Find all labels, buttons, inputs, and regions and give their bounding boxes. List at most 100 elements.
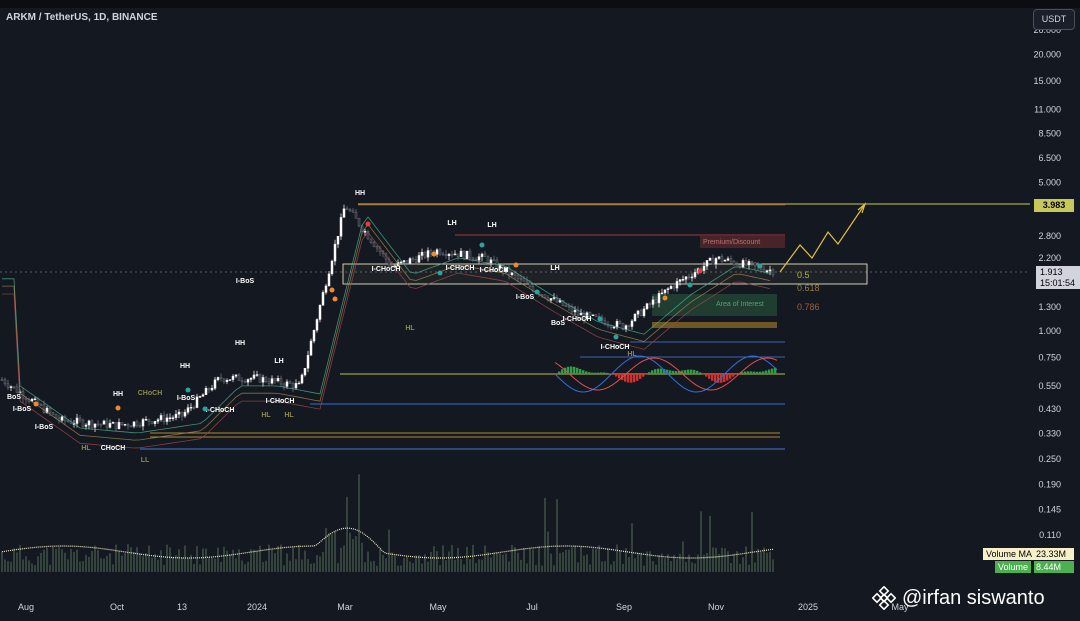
candle	[714, 258, 718, 265]
candle	[54, 413, 58, 419]
volume-bar	[427, 561, 429, 572]
candle	[711, 257, 715, 265]
oscillator-histogram-bar	[726, 374, 729, 381]
volume-bar	[349, 532, 351, 572]
oscillator-histogram-bar	[630, 374, 633, 383]
volume-bar	[520, 559, 522, 572]
oscillator-histogram-bar	[675, 371, 678, 374]
structure-label: I-CHoCH	[372, 266, 401, 273]
candle	[216, 377, 220, 381]
candle	[411, 258, 415, 260]
candle	[753, 262, 757, 266]
binance-logo-icon	[872, 586, 896, 610]
structure-label: I-BoS	[516, 294, 535, 301]
volume-bar	[247, 561, 249, 572]
volume-bar	[133, 552, 135, 572]
y-axis-tick-label: 0.110	[1039, 530, 1061, 540]
y-axis-tick-label: 8.500	[1038, 128, 1061, 138]
structure-label: HL	[405, 325, 415, 332]
volume-bar	[469, 559, 471, 572]
volume-bar	[331, 534, 333, 572]
volume-bar	[97, 550, 99, 572]
candle	[297, 382, 301, 385]
oscillator-histogram-bar	[648, 372, 651, 374]
oscillator-histogram-bar	[759, 371, 762, 374]
volume-bar	[433, 546, 435, 572]
candle	[315, 319, 319, 331]
oscillator-histogram-bar	[765, 370, 768, 374]
candle	[96, 423, 100, 426]
volume-bar	[31, 563, 33, 572]
volume-bar	[220, 561, 222, 572]
volume-bar	[652, 561, 654, 572]
oscillator-histogram-bar	[576, 367, 579, 374]
candle	[717, 256, 721, 259]
volume-bar	[355, 536, 357, 572]
candle	[207, 387, 211, 391]
candle	[744, 260, 748, 266]
volume-bar	[541, 565, 543, 572]
volume-bar	[754, 562, 756, 572]
candle	[303, 368, 307, 376]
candle	[117, 422, 121, 430]
volume-bar	[487, 552, 489, 572]
signal-dot	[534, 289, 540, 295]
volume-bar	[367, 551, 369, 572]
volume-bar	[274, 553, 276, 572]
candle	[93, 423, 97, 428]
oscillator-histogram-bar	[603, 372, 606, 374]
volume-bar	[400, 565, 402, 572]
volume-bar	[409, 561, 411, 572]
x-axis-tick-label: Oct	[110, 602, 125, 612]
signal-dot	[437, 270, 443, 276]
candle	[657, 293, 661, 304]
volume-bar	[271, 549, 273, 572]
fib-level-label: 0.618	[797, 283, 820, 293]
oscillator-histogram-bar	[618, 374, 621, 379]
oscillator-histogram-bar	[753, 371, 756, 374]
chart-canvas[interactable]: 26.00020.00015.00011.0008.5006.5005.0003…	[0, 0, 1080, 621]
signal-dot	[332, 296, 338, 302]
volume-bar	[109, 553, 111, 572]
candle	[147, 418, 151, 422]
currency-button[interactable]: USDT	[1033, 9, 1075, 30]
structure-label: HL	[261, 412, 271, 419]
candle	[180, 411, 184, 417]
candle	[519, 278, 523, 280]
candle	[171, 417, 175, 419]
volume-bar	[196, 546, 198, 572]
volume-bar	[607, 548, 609, 572]
volume-bar	[580, 546, 582, 572]
candle	[663, 289, 667, 294]
candle	[255, 374, 259, 376]
fib-level-label: 0.786	[797, 302, 820, 312]
oscillator-histogram-bar	[591, 372, 594, 374]
volume-bar	[628, 556, 630, 572]
oscillator-histogram-bar	[615, 374, 618, 377]
volume-bar	[100, 558, 102, 572]
volume-bar	[601, 561, 603, 572]
volume-bar	[358, 474, 360, 572]
candle	[654, 299, 658, 304]
oscillator-histogram-bar	[669, 370, 672, 374]
oscillator-histogram-bar	[642, 374, 645, 377]
structure-label: I-CHoCH	[601, 344, 630, 351]
volume-bar	[658, 555, 660, 572]
candle	[399, 261, 403, 264]
volume-bar	[115, 544, 117, 572]
candle	[111, 422, 115, 424]
volume-bar	[691, 562, 693, 572]
candle	[639, 310, 643, 317]
candle	[456, 253, 460, 257]
candle	[516, 275, 520, 279]
candle	[462, 250, 466, 259]
volume-bar	[535, 564, 537, 572]
volume-bar	[655, 564, 657, 572]
candle	[3, 379, 7, 385]
volume-bar	[163, 565, 165, 572]
volume-bar	[478, 559, 480, 572]
volume-bar	[463, 564, 465, 572]
volume-bar	[256, 551, 258, 572]
candle	[525, 280, 529, 283]
volume-bar	[403, 558, 405, 572]
